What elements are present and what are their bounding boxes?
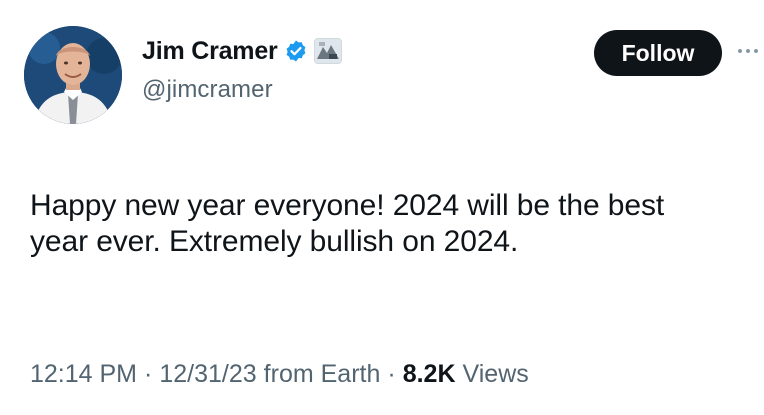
more-dots-icon[interactable] (738, 44, 764, 58)
more-dot (738, 49, 742, 53)
tweet-text: Happy new year everyone! 2024 will be th… (30, 189, 665, 258)
avatar-image (24, 26, 122, 124)
tweet-time[interactable]: 12:14 PM (30, 360, 137, 389)
verified-badge-icon[interactable] (284, 39, 308, 63)
affiliate-logo-icon (314, 39, 341, 63)
author-handle[interactable]: @jimcramer (142, 76, 273, 104)
views-label: Views (462, 360, 529, 388)
avatar[interactable] (24, 26, 122, 124)
meta-separator: · (144, 360, 153, 388)
display-name[interactable]: Jim Cramer (142, 37, 278, 66)
views-count: 8.2K (402, 360, 456, 388)
more-dot (746, 49, 750, 53)
follow-button[interactable]: Follow (594, 30, 722, 76)
tweet-card: Jim Cramer @jimcramer Follow Happy new y… (0, 0, 764, 415)
meta-separator: · (387, 360, 396, 388)
tweet-source: from Earth (263, 360, 381, 388)
tweet-meta: 12:14 PM · 12/31/23 from Earth · 8.2K Vi… (30, 360, 529, 389)
author-name-row: Jim Cramer (142, 34, 342, 68)
more-dot (754, 49, 758, 53)
affiliate-badge-icon[interactable] (313, 38, 342, 64)
tweet-date[interactable]: 12/31/23 (159, 360, 256, 389)
